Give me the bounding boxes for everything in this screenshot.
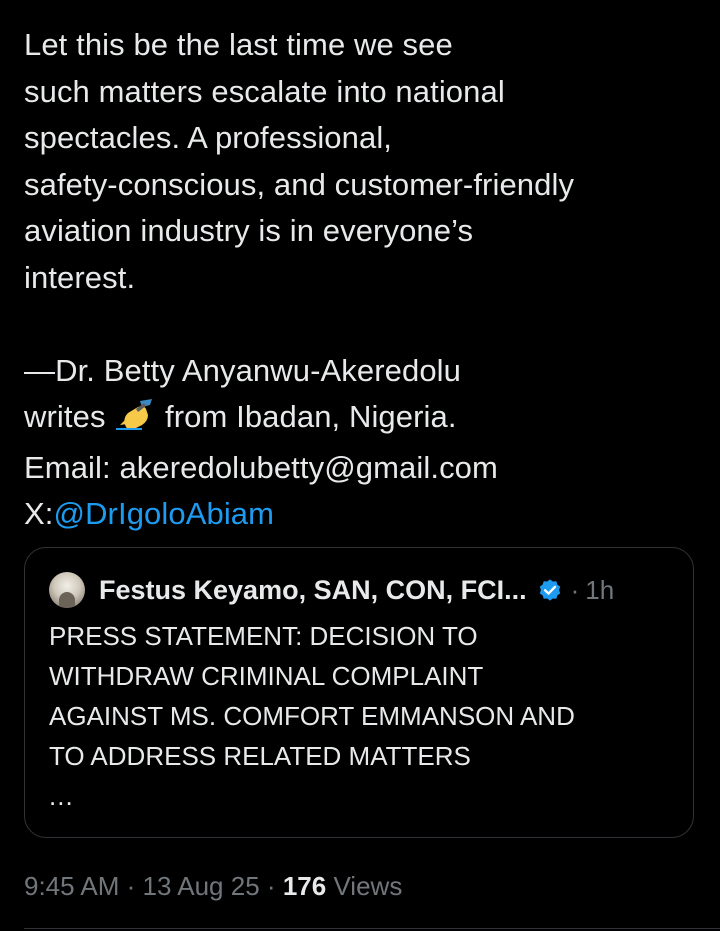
- post-line: interest.: [24, 259, 136, 295]
- meta-separator: ·: [266, 871, 276, 901]
- email-line: Email: akeredolubetty@gmail.com: [24, 449, 498, 485]
- quoted-author-name[interactable]: Festus Keyamo, SAN, CON, FCI...: [99, 575, 527, 606]
- meta-separator: ·: [126, 871, 136, 901]
- mention-link[interactable]: @DrIgoloAbiam: [54, 496, 275, 531]
- quoted-line: WITHDRAW CRIMINAL COMPLAINT: [49, 661, 484, 691]
- x-prefix: X:: [24, 496, 54, 531]
- post-line: spectacles. A professional,: [24, 120, 393, 155]
- post-line: aviation industry is in everyone’s: [24, 213, 474, 248]
- quoted-line: AGAINST MS. COMFORT EMMANSON AND: [49, 701, 575, 731]
- quoted-ellipsis: ...: [49, 781, 74, 811]
- quoted-post-card[interactable]: Festus Keyamo, SAN, CON, FCI... · 1h PRE…: [24, 547, 694, 838]
- quoted-line: PRESS STATEMENT: DECISION TO: [49, 621, 478, 651]
- writes-suffix: from Ibadan, Nigeria.: [165, 399, 457, 434]
- post-line: safety-conscious, and customer-friendly: [24, 166, 575, 202]
- divider: [24, 928, 720, 929]
- views-label[interactable]: Views: [333, 871, 402, 901]
- post-text: Let this be the last time we see such ma…: [24, 22, 714, 538]
- post-signature: —Dr. Betty Anyanwu-Akeredolu: [24, 352, 462, 388]
- post-line: such matters escalate into national: [24, 73, 505, 109]
- post-time[interactable]: 9:45 AM: [24, 871, 119, 901]
- quoted-line: TO ADDRESS RELATED MATTERS: [49, 741, 471, 771]
- quoted-post-time[interactable]: 1h: [585, 575, 614, 606]
- quoted-post-separator: ·: [570, 574, 580, 605]
- quoted-post-header: Festus Keyamo, SAN, CON, FCI... · 1h: [49, 570, 614, 610]
- x-handle-line: X:@DrIgoloAbiam: [24, 491, 714, 538]
- post-metadata: 9:45 AM · 13 Aug 25 · 176 Views: [24, 866, 402, 906]
- verified-badge-icon: [537, 577, 563, 603]
- post-line: Let this be the last time we see: [24, 27, 453, 62]
- writing-hand-icon: [116, 397, 154, 445]
- post-location-line: writes from Ibadan, Nigeria.: [24, 394, 714, 445]
- quoted-post-text: PRESS STATEMENT: DECISION TO WITHDRAW CR…: [49, 616, 679, 816]
- post-date[interactable]: 13 Aug 25: [143, 871, 260, 901]
- views-count[interactable]: 176: [283, 871, 326, 901]
- avatar[interactable]: [49, 572, 85, 608]
- paragraph-break: [24, 301, 714, 348]
- writes-prefix: writes: [24, 399, 106, 434]
